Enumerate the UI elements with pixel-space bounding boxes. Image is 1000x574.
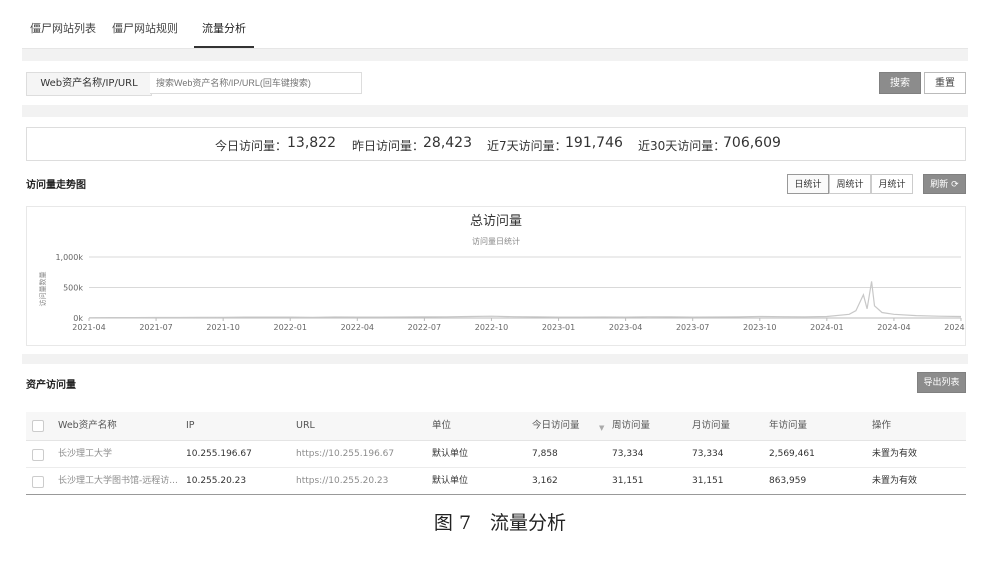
total-visits-line: [88, 281, 962, 319]
assets-section-title: 资产访问量: [26, 380, 76, 391]
asset-today-visits: 3,162: [532, 476, 558, 486]
asset-ip: 10.255.196.67: [186, 449, 252, 459]
col-today-visits[interactable]: 今日访问量: [532, 412, 580, 440]
x-tick-label: 2024-04: [877, 323, 910, 332]
refresh-label: 刷新: [930, 180, 949, 190]
x-tick-label: 2022-10: [475, 323, 508, 332]
today-visits-label: 今日访问量：: [215, 139, 288, 153]
asset-unit: 默认单位: [432, 476, 469, 486]
month-visits-label: 近30天访问量：: [638, 139, 726, 153]
x-tick-label: 2024-01: [810, 323, 843, 332]
x-tick-label: 2023-04: [609, 323, 642, 332]
divider-band: [22, 354, 968, 364]
col-ip[interactable]: IP: [186, 412, 195, 440]
x-tick-label: 2021-10: [206, 323, 239, 332]
weekly-stat-button[interactable]: 周统计: [829, 174, 871, 194]
col-year-visits[interactable]: 年访问量: [769, 412, 807, 440]
divider-band: [22, 105, 968, 117]
asset-today-visits: 7,858: [532, 449, 558, 459]
yesterday-visits-value: 28,423: [423, 135, 472, 151]
daily-stat-button[interactable]: 日统计: [787, 174, 829, 194]
trend-chart: 总访问量访问量日统计 0k 500k 1,000k 访问量数量 2021-04 2021-0…: [38, 214, 978, 332]
asset-week-visits: 73,334: [612, 449, 644, 459]
col-month-visits[interactable]: 月访问量: [692, 412, 730, 440]
asset-url-link[interactable]: https://10.255.20.23: [296, 468, 388, 494]
col-unit[interactable]: 单位: [432, 412, 451, 440]
asset-unit: 默认单位: [432, 449, 469, 459]
x-tick-label: 2022-04: [341, 323, 374, 332]
x-tick-label: 2023-01: [542, 323, 575, 332]
reset-button[interactable]: 重置: [924, 72, 966, 94]
refresh-icon: ⟳: [951, 180, 959, 190]
x-tick-label: 2022-07: [408, 323, 441, 332]
set-valid-action[interactable]: 未置为有效: [872, 441, 917, 467]
y-tick-label: 500k: [63, 284, 83, 293]
table-row[interactable]: 长沙理工大学图书馆-远程访... 10.255.20.23 https://10…: [26, 468, 966, 495]
table-header: Web资产名称 IP URL 单位 今日访问量 ▼ 周访问量 月访问量 年访问量…: [26, 412, 966, 441]
month-visits-value: 706,609: [723, 135, 781, 151]
y-axis-label: 访问量数量: [38, 272, 47, 307]
col-actions: 操作: [872, 420, 892, 431]
asset-name-link[interactable]: 长沙理工大学: [58, 441, 182, 467]
y-tick-label: 0k: [73, 314, 83, 323]
week-visits-label: 近7天访问量：: [487, 139, 567, 153]
select-all-checkbox[interactable]: [32, 420, 44, 432]
table-row[interactable]: 长沙理工大学 10.255.196.67 https://10.255.196.…: [26, 441, 966, 468]
asset-month-visits: 73,334: [692, 449, 724, 459]
yesterday-visits-label: 昨日访问量：: [352, 139, 425, 153]
sort-desc-icon[interactable]: ▼: [599, 424, 604, 432]
x-tick-label: 2023-10: [743, 323, 776, 332]
x-tick-label: 2021-04: [72, 323, 105, 332]
row-checkbox[interactable]: [32, 449, 44, 461]
week-visits-value: 191,746: [565, 135, 623, 151]
row-checkbox[interactable]: [32, 476, 44, 488]
trend-section-title: 访问量走势图: [26, 180, 86, 191]
x-tick-label: 2021-07: [139, 323, 172, 332]
asset-name-link[interactable]: 长沙理工大学图书馆-远程访...: [58, 468, 182, 494]
export-list-button[interactable]: 导出列表: [917, 372, 966, 393]
figure-caption: 图 7 流量分析: [433, 512, 567, 534]
asset-year-visits: 2,569,461: [769, 449, 815, 459]
trend-chart-panel: 总访问量访问量日统计 0k 500k 1,000k 访问量数量 2021-04 2021-0…: [26, 206, 978, 346]
asset-url-link[interactable]: https://10.255.196.67: [296, 441, 394, 467]
search-button[interactable]: 搜索: [879, 72, 921, 94]
refresh-button[interactable]: 刷新 ⟳: [923, 174, 966, 194]
today-visits-value: 13,822: [287, 135, 336, 151]
y-tick-label: 1,000k: [55, 253, 83, 262]
monthly-stat-button[interactable]: 月统计: [871, 174, 913, 194]
col-url[interactable]: URL: [296, 412, 315, 440]
tab-zombie-site-rules[interactable]: 僵尸网站规则: [112, 12, 178, 46]
asset-ip: 10.255.20.23: [186, 476, 247, 486]
col-week-visits[interactable]: 周访问量: [612, 412, 650, 440]
tab-bar: 僵尸网站列表 僵尸网站规则 流量分析: [22, 12, 968, 49]
x-tick-label: 2022-01: [274, 323, 307, 332]
chart-subtitle: 访问量日统计: [472, 236, 520, 246]
search-input[interactable]: [150, 72, 362, 94]
tab-traffic-analysis[interactable]: 流量分析: [194, 12, 254, 48]
asset-week-visits: 31,151: [612, 476, 644, 486]
traffic-summary: 今日访问量： 13,822 昨日访问量： 28,423 近7天访问量： 191,…: [26, 127, 966, 161]
chart-title: 总访问量: [470, 214, 522, 229]
asset-year-visits: 863,959: [769, 476, 807, 486]
search-field-label: Web资产名称/IP/URL: [26, 72, 152, 96]
set-valid-action[interactable]: 未置为有效: [872, 468, 917, 494]
x-tick-label: 2024-07: [944, 323, 965, 332]
col-asset-name[interactable]: Web资产名称: [58, 412, 117, 440]
x-tick-label: 2023-07: [676, 323, 709, 332]
tab-zombie-site-list[interactable]: 僵尸网站列表: [30, 12, 96, 46]
asset-month-visits: 31,151: [692, 476, 724, 486]
divider-band: [22, 49, 968, 61]
